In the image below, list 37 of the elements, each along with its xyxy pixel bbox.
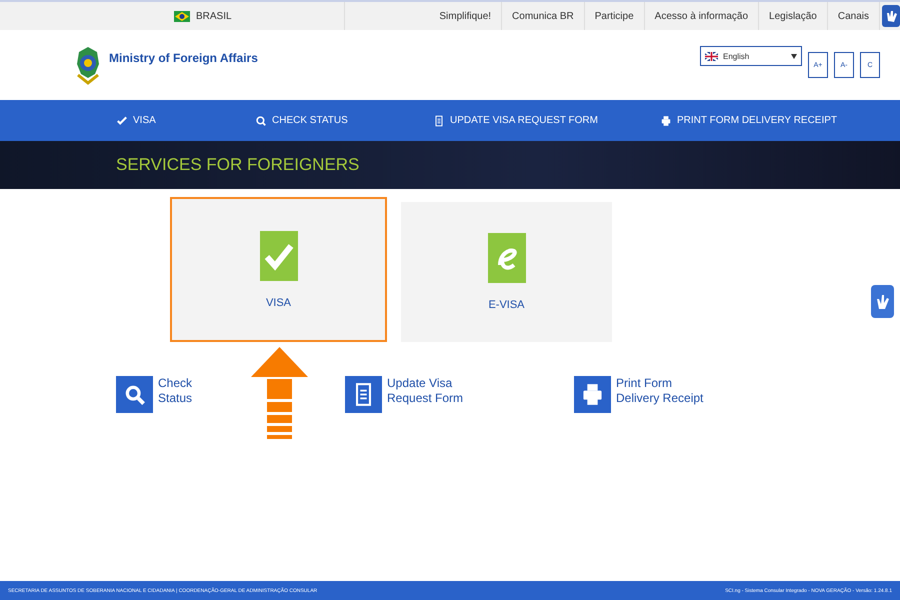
top-link[interactable]: Legislação	[759, 2, 828, 30]
search-icon	[116, 376, 153, 413]
coat-of-arms-icon	[75, 45, 101, 85]
service-link[interactable]: Update Visa Request Form	[387, 376, 464, 406]
service-link[interactable]: Print Form Delivery Receipt	[616, 376, 704, 406]
service-card[interactable]: VISA	[170, 197, 387, 342]
site-title: Ministry of Foreign Affairs	[109, 51, 259, 65]
check-icon	[116, 114, 128, 126]
top-link[interactable]: Simplifique!	[429, 2, 502, 30]
sign-language-button[interactable]	[871, 285, 894, 318]
top-link[interactable]: Canais	[828, 2, 880, 30]
top-link[interactable]: Participe	[584, 2, 645, 30]
card-label: VISA	[266, 296, 292, 308]
nav-link[interactable]: CHECK STATUS	[255, 114, 433, 126]
printer-icon	[660, 114, 672, 126]
check-icon	[260, 230, 298, 280]
language-select[interactable]: English	[700, 46, 802, 66]
nav-link[interactable]: VISA	[116, 114, 255, 126]
e-letter-icon	[488, 233, 526, 283]
search-icon	[255, 114, 267, 126]
language-label: English	[723, 52, 750, 60]
document-icon	[345, 376, 382, 413]
top-link[interactable]: Comunica BR	[502, 2, 585, 30]
nav-link[interactable]: UPDATE VISA REQUEST FORM	[433, 114, 660, 126]
service-card[interactable]: E-VISA	[401, 202, 612, 342]
flag-icon	[705, 52, 718, 60]
banner-title: SERVICES FOR FOREIGNERS	[116, 155, 360, 175]
caret-icon	[791, 54, 797, 58]
printer-icon	[574, 376, 611, 413]
document-icon	[433, 114, 445, 126]
card-label: E-VISA	[488, 299, 525, 311]
flag-icon	[174, 10, 190, 22]
nav-link[interactable]: PRINT FORM DELIVERY RECEIPT	[660, 114, 838, 126]
country-label: BRASIL	[196, 10, 232, 22]
sign-language-button[interactable]	[882, 5, 900, 27]
top-link[interactable]: Acesso à informação	[644, 2, 760, 30]
service-link[interactable]: Check Status	[158, 376, 192, 406]
